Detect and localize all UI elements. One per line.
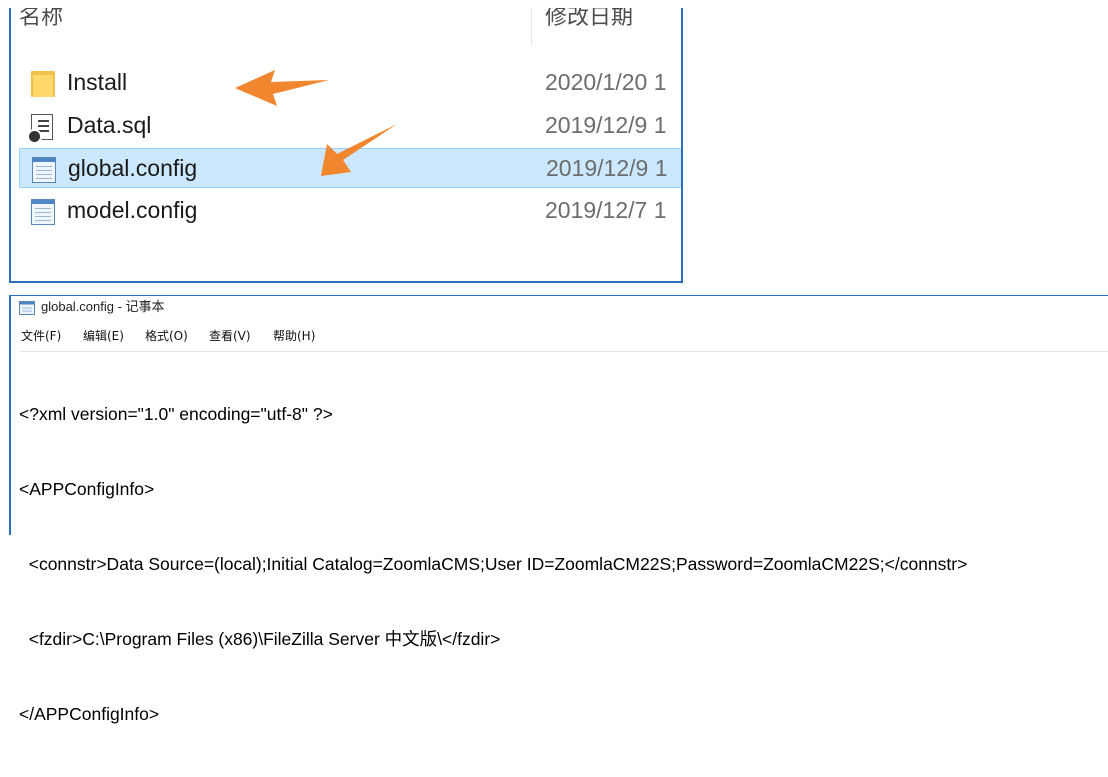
annotation-arrow-icon (321, 124, 397, 176)
file-name: Data.sql (67, 112, 152, 138)
menu-format[interactable]: 格式(O) (145, 326, 188, 346)
menu-help[interactable]: 帮助(H) (273, 326, 315, 346)
window-title: global.config - 记事本 (41, 299, 165, 314)
text-line: </APPConfigInfo> (19, 704, 160, 724)
file-name: model.config (67, 197, 198, 223)
file-explorer-list: 名称 修改日期 Install 2020/1/20 1 Data.sql 201… (9, 8, 683, 283)
file-row-install[interactable]: Install 2020/1/20 1 (19, 63, 681, 103)
menu-file[interactable]: 文件(F) (21, 326, 61, 346)
file-name: Install (67, 69, 128, 95)
file-row-model-config[interactable]: model.config 2019/12/7 1 (19, 191, 681, 231)
menu-edit[interactable]: 编辑(E) (83, 326, 124, 346)
column-header-date[interactable]: 修改日期 (545, 8, 633, 44)
column-header-name[interactable]: 名称 (19, 8, 63, 44)
notepad-file-icon (31, 199, 55, 225)
sql-file-icon (27, 114, 55, 144)
file-date: 2019/12/9 1 (546, 155, 668, 181)
menu-bar: 文件(F) 编辑(E) 格式(O) 查看(V) 帮助(H) (11, 326, 1108, 346)
file-name: global.config (68, 155, 198, 181)
annotation-arrow-icon (235, 70, 329, 106)
file-date: 2019/12/9 1 (545, 112, 667, 138)
file-date: 2019/12/7 1 (545, 197, 667, 223)
text-line: <?xml version="1.0" encoding="utf-8" ?> (19, 404, 333, 424)
folder-icon (31, 71, 55, 97)
notepad-window: global.config - 记事本 文件(F) 编辑(E) 格式(O) 查看… (9, 295, 1108, 724)
notepad-file-icon (32, 157, 56, 183)
notepad-icon (19, 300, 35, 315)
text-editor-area[interactable]: <?xml version="1.0" encoding="utf-8" ?> … (19, 351, 1108, 724)
text-line: <connstr>Data Source=(local);Initial Cat… (19, 554, 968, 574)
column-divider[interactable] (531, 8, 532, 46)
text-line: <fzdir>C:\Program Files (x86)\FileZilla … (19, 629, 501, 649)
text-line: <APPConfigInfo> (19, 479, 155, 499)
file-date: 2020/1/20 1 (545, 69, 667, 95)
menu-view[interactable]: 查看(V) (209, 326, 251, 346)
notepad-title-bar[interactable]: global.config - 记事本 (11, 296, 1108, 318)
